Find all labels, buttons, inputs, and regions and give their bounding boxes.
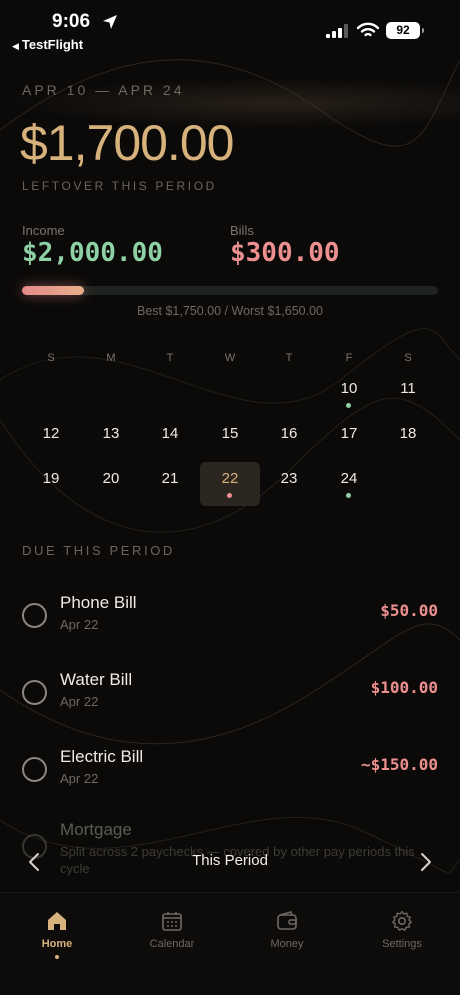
calendar-day-number: 21 <box>161 470 179 487</box>
tab-home[interactable]: Home <box>12 909 102 959</box>
home-icon <box>48 912 66 930</box>
period-nav-label: This Period <box>192 852 268 869</box>
tab-label: Settings <box>382 938 422 950</box>
back-app-label: TestFlight <box>21 37 84 52</box>
income-dot <box>346 403 351 408</box>
calendar-day[interactable]: 24 <box>321 462 377 506</box>
bill-date: Apr 22 <box>60 694 99 709</box>
calendar-day[interactable]: 21 <box>142 462 198 506</box>
calendar-day[interactable]: 10 <box>321 372 377 416</box>
bill-checkbox[interactable] <box>22 680 47 705</box>
battery-indicator: 92 <box>386 22 424 39</box>
forecast-range: Best $1,750.00 / Worst $1,650.00 <box>136 304 323 318</box>
tab-label: Calendar <box>149 938 195 950</box>
calendar-day-number: 10 <box>340 380 358 397</box>
leftover-label: LEFTOVER THIS PERIOD <box>22 179 217 193</box>
wallet-icon <box>277 911 297 930</box>
next-period-chevron-icon[interactable] <box>416 850 436 874</box>
weekday-wed: W <box>224 352 236 364</box>
calendar-day[interactable]: 17 <box>321 417 377 461</box>
calendar-day[interactable]: 13 <box>83 417 139 461</box>
weekday-fri: F <box>345 352 353 364</box>
calendar-day-number: 23 <box>280 470 298 487</box>
spending-progress-bar <box>22 286 438 295</box>
calendar-day-number: 17 <box>340 425 358 442</box>
cellular-signal-icon <box>326 24 348 38</box>
bill-name: Water Bill <box>60 670 133 689</box>
calendar-day-number: 19 <box>42 470 60 487</box>
due-section-title: DUE THIS PERIOD <box>22 543 175 558</box>
calendar-day[interactable]: 20 <box>83 462 139 506</box>
bill-row[interactable]: Phone Bill Apr 22 $50.00 <box>0 593 460 653</box>
bill-amount: $50.00 <box>380 601 438 620</box>
calendar-day-number: 13 <box>102 425 120 442</box>
calendar-day[interactable]: 19 <box>23 462 79 506</box>
tab-calendar[interactable]: Calendar <box>127 909 217 950</box>
income-value: $2,000.00 <box>22 238 163 268</box>
calendar-day-number: 16 <box>280 425 298 442</box>
status-time: 9:06 <box>52 11 91 32</box>
calendar-day-today[interactable]: 22 <box>200 462 260 506</box>
income-dot <box>346 493 351 498</box>
weekday-mon: M <box>106 352 116 364</box>
calendar-day[interactable]: 16 <box>261 417 317 461</box>
location-arrow-icon <box>103 15 117 29</box>
calendar-weekday-header: S M T W T F S <box>22 352 438 366</box>
active-tab-indicator <box>55 955 59 959</box>
calendar-day[interactable]: 12 <box>23 417 79 461</box>
tab-settings[interactable]: Settings <box>357 909 447 950</box>
calendar-day-number: 18 <box>399 425 417 442</box>
income-label: Income <box>22 223 65 238</box>
status-bar: 9:06 ◀ TestFlight 92 <box>0 0 460 56</box>
bill-row[interactable]: Water Bill Apr 22 $100.00 <box>0 670 460 730</box>
back-arrow-icon: ◀ <box>12 41 19 51</box>
bill-date: Apr 22 <box>60 617 99 632</box>
tab-label: Money <box>270 938 304 950</box>
bill-date: Apr 22 <box>60 771 99 786</box>
calendar-day[interactable]: 23 <box>261 462 317 506</box>
bill-amount: ~$150.00 <box>360 755 438 774</box>
bills-value: $300.00 <box>230 238 340 268</box>
calendar-day[interactable]: 18 <box>380 417 436 461</box>
calendar-day-number: 15 <box>221 425 239 442</box>
bill-checkbox[interactable] <box>22 757 47 782</box>
leftover-amount: $1,700.00 <box>20 115 234 171</box>
bill-name: Electric Bill <box>60 747 144 766</box>
bill-name: Phone Bill <box>60 593 137 612</box>
bill-dot <box>227 493 232 498</box>
calendar-day[interactable]: 15 <box>202 417 258 461</box>
weekday-thu: T <box>285 352 293 364</box>
calendar-day-number: 20 <box>102 470 120 487</box>
wifi-icon <box>357 22 379 37</box>
tab-bar: Home Calendar Money Settings <box>0 892 460 995</box>
weekday-sun: S <box>47 352 55 364</box>
calendar-day[interactable]: 11 <box>380 372 436 416</box>
bills-label: Bills <box>230 223 254 238</box>
calendar-day-number: 22 <box>221 470 239 487</box>
tab-label: Home <box>41 938 73 950</box>
period-navigator: This Period <box>0 848 460 876</box>
bill-row[interactable]: Electric Bill Apr 22 ~$150.00 <box>0 747 460 807</box>
spending-progress-fill <box>22 286 85 295</box>
weekday-tue: T <box>166 352 174 364</box>
period-range: APR 10 — APR 24 <box>22 82 185 98</box>
calendar-day[interactable]: 14 <box>142 417 198 461</box>
calendar-icon <box>162 912 182 931</box>
weekday-sat: S <box>404 352 412 364</box>
calendar-day-number: 14 <box>161 425 179 442</box>
calendar-day-number: 11 <box>400 380 416 397</box>
tab-money[interactable]: Money <box>242 909 332 950</box>
bill-amount: $100.00 <box>370 678 438 697</box>
gear-icon <box>392 910 412 931</box>
bill-checkbox[interactable] <box>22 603 47 628</box>
back-to-app-link[interactable]: ◀ TestFlight <box>12 37 83 52</box>
calendar-day-number: 12 <box>42 425 60 442</box>
calendar-day-number: 24 <box>340 470 358 487</box>
bill-name: Mortgage <box>60 820 132 839</box>
